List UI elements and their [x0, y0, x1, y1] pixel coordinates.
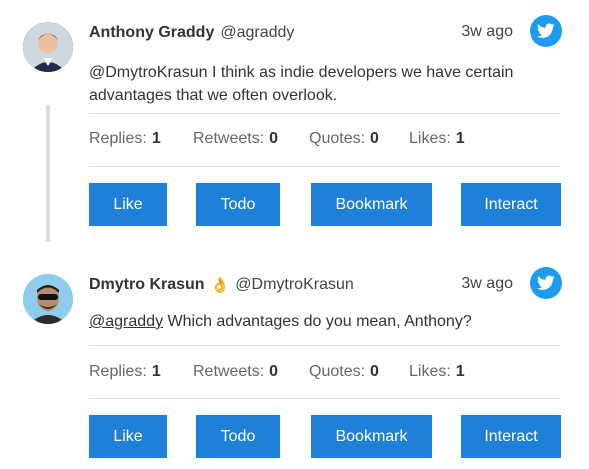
tweet-header: Anthony Graddy @agraddy	[89, 22, 294, 44]
stat-value: 0	[370, 130, 379, 147]
stat-retweets: Retweets: 0	[193, 130, 309, 148]
stat-value: 1	[151, 130, 161, 147]
author-handle[interactable]: @agraddy	[220, 24, 294, 42]
twitter-bird-icon[interactable]	[530, 267, 562, 299]
tweet-header: Dmytro Krasun 👌 @DmytroKrasun	[89, 274, 354, 296]
divider	[89, 166, 561, 167]
interact-button[interactable]: Interact	[461, 183, 561, 226]
author-name[interactable]: Dmytro Krasun	[89, 276, 205, 294]
tweet-text: @DmytroKrasun I think as indie developer…	[89, 64, 514, 104]
bookmark-button[interactable]: Bookmark	[311, 183, 432, 226]
tweet-text: @agraddy Which advantages do you mean, A…	[89, 310, 549, 333]
stat-value: 0	[269, 130, 279, 147]
author-name[interactable]: Anthony Graddy	[89, 24, 214, 42]
stat-value: 1	[151, 363, 161, 380]
stat-quotes: Quotes: 0	[309, 363, 409, 381]
author-handle[interactable]: @DmytroKrasun	[235, 276, 354, 294]
tweet-body: Which advantages do you mean, Anthony?	[163, 313, 472, 330]
stat-value: 1	[455, 363, 465, 380]
twitter-bird-icon[interactable]	[530, 15, 562, 47]
stat-label: Retweets:	[193, 130, 265, 147]
avatar[interactable]	[23, 22, 73, 72]
stat-value: 0	[269, 363, 279, 380]
tweet: Anthony Graddy @agraddy 3w ago @DmytroKr…	[0, 0, 589, 252]
timestamp[interactable]: 3w ago	[461, 275, 513, 293]
todo-button[interactable]: Todo	[196, 183, 280, 226]
stat-label: Likes:	[409, 130, 451, 147]
stat-likes: Likes: 1	[409, 363, 489, 381]
mention-link[interactable]: @agraddy	[89, 313, 163, 330]
ok-hand-emoji: 👌	[210, 277, 230, 294]
avatar[interactable]	[23, 274, 73, 324]
stat-value: 1	[455, 130, 465, 147]
stat-value: 0	[370, 363, 379, 380]
interact-button[interactable]: Interact	[461, 415, 561, 458]
stat-replies: Replies: 1	[89, 363, 193, 381]
stat-label: Replies:	[89, 363, 147, 380]
stat-label: Replies:	[89, 130, 147, 147]
todo-button[interactable]: Todo	[196, 415, 280, 458]
divider	[89, 345, 561, 346]
stat-label: Retweets:	[193, 363, 265, 380]
divider	[89, 113, 561, 114]
timestamp[interactable]: 3w ago	[461, 23, 513, 41]
like-button[interactable]: Like	[89, 415, 167, 458]
divider	[89, 398, 561, 399]
thread-line	[46, 105, 50, 242]
tweet: Dmytro Krasun 👌 @DmytroKrasun 3w ago @ag…	[0, 252, 589, 469]
bookmark-button[interactable]: Bookmark	[311, 415, 432, 458]
stat-replies: Replies: 1	[89, 130, 193, 148]
like-button[interactable]: Like	[89, 183, 167, 226]
stat-label: Likes:	[409, 363, 451, 380]
stat-retweets: Retweets: 0	[193, 363, 309, 381]
stat-likes: Likes: 1	[409, 130, 489, 148]
tweet-stats: Replies: 1 Retweets: 0 Quotes: 0 Likes: …	[89, 130, 489, 148]
stat-label: Quotes:	[309, 130, 366, 147]
tweet-stats: Replies: 1 Retweets: 0 Quotes: 0 Likes: …	[89, 363, 489, 381]
stat-quotes: Quotes: 0	[309, 130, 409, 148]
stat-label: Quotes:	[309, 363, 366, 380]
